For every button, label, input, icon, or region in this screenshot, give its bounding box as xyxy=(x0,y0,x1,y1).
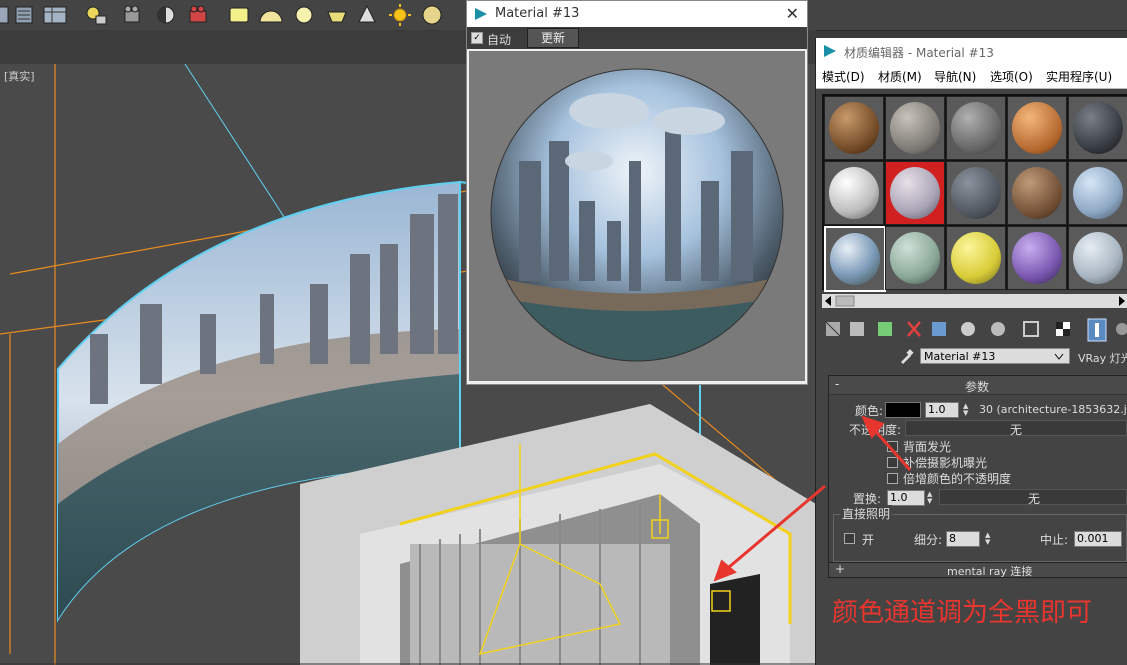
annotation-text: 颜色通道调为全黑即可 xyxy=(832,598,1093,628)
annotation-arrows xyxy=(713,415,912,582)
